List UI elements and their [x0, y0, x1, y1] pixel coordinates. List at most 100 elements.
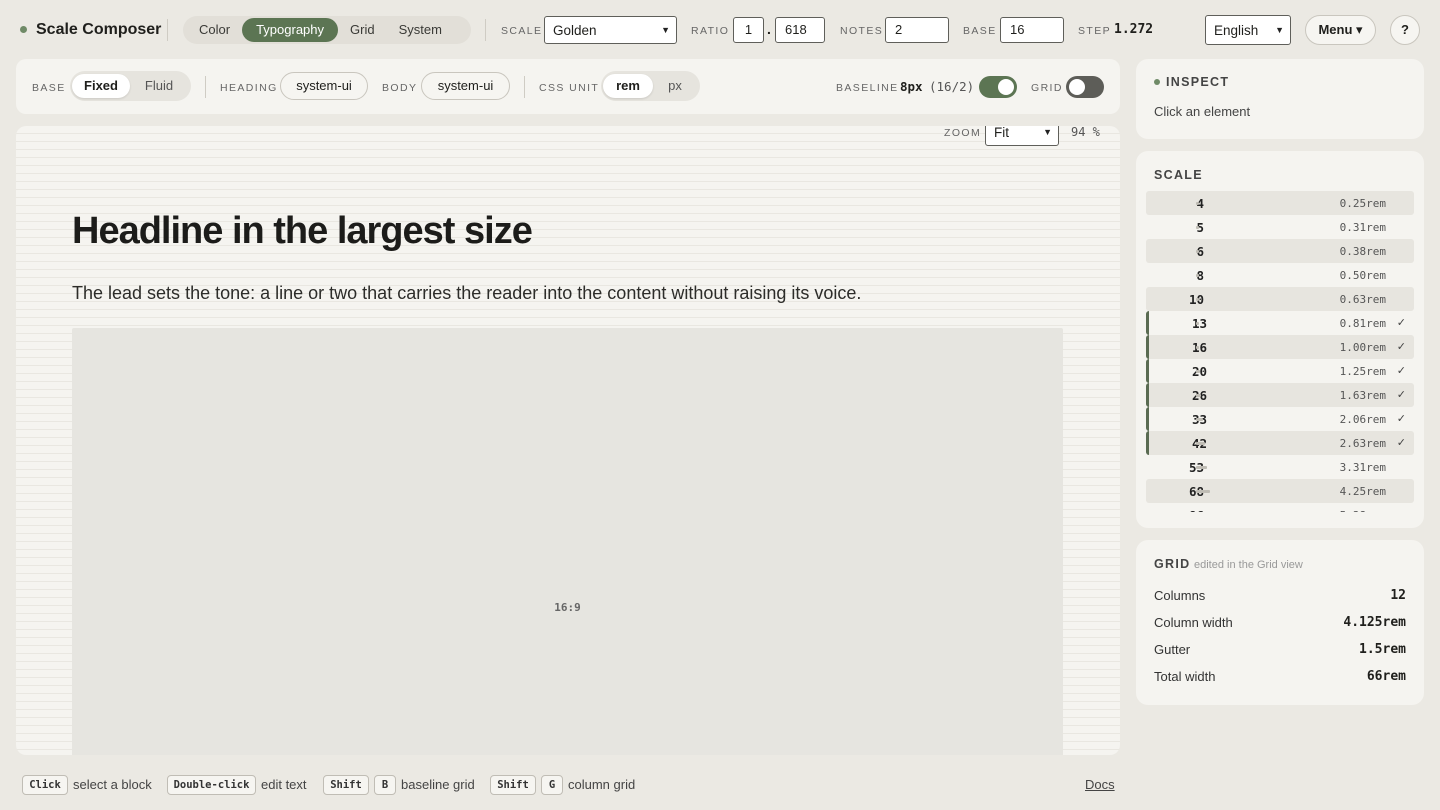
shortcut-hint: baseline grid — [401, 777, 475, 792]
preview-headline[interactable]: Headline in the largest size — [72, 210, 533, 253]
scale-select[interactable]: Golden ▼ — [544, 16, 677, 44]
scale-list[interactable]: 40.25rem50.31rem60.38rem80.50rem100.63re… — [1146, 191, 1414, 512]
shortcut-hint: select a block — [73, 777, 152, 792]
divider — [205, 76, 206, 98]
scale-step-rem: 2.06rem — [1339, 413, 1386, 426]
ratio-label: RATIO — [691, 25, 730, 37]
scale-step-row[interactable]: 684.25rem — [1146, 479, 1414, 503]
ratio-fraction-input[interactable]: 618 — [775, 17, 825, 43]
scale-step-row[interactable]: 86 5.38rem — [1146, 503, 1414, 512]
tab-color[interactable]: Color — [187, 18, 242, 42]
check-icon: ✓ — [1396, 437, 1406, 449]
scale-step-px: 13 — [1191, 316, 1207, 331]
media-ratio-label: 16:9 — [554, 601, 581, 614]
base-input[interactable]: 16 — [1000, 17, 1064, 43]
scale-panel: SCALE 40.25rem50.31rem60.38rem80.50rem10… — [1136, 151, 1424, 528]
scale-step-row[interactable]: 5 0.31rem — [1146, 215, 1414, 239]
scale-step-row[interactable]: 4 0.25rem — [1146, 191, 1414, 215]
scale-step-row[interactable]: 16 1.00rem ✓ — [1146, 335, 1414, 359]
scale-step-row[interactable]: 13 0.81rem ✓ — [1146, 311, 1414, 335]
zoom-select[interactable]: Fit ▼ — [985, 126, 1059, 146]
scale-step-rem: 4.25rem — [1339, 485, 1386, 498]
tab-system[interactable]: System — [387, 18, 454, 42]
inspect-dot-icon — [1154, 79, 1160, 85]
scale-step-row[interactable]: 201.25rem✓ — [1146, 359, 1414, 383]
scale-step-bar — [1196, 322, 1199, 325]
chevron-down-icon: ▼ — [661, 25, 670, 35]
top-bar: Scale Composer Color Typography Grid Sys… — [0, 0, 1440, 58]
divider — [524, 76, 525, 98]
css-unit-rem[interactable]: rem — [603, 74, 653, 98]
scale-step-rem: 0.31rem — [1339, 221, 1386, 234]
tab-grid[interactable]: Grid — [338, 18, 387, 42]
scale-step-row[interactable]: 422.63rem✓ — [1146, 431, 1414, 455]
check-icon: ✓ — [1396, 317, 1406, 329]
grid-row-label: Column width — [1154, 615, 1233, 630]
grid-row-label: Total width — [1154, 669, 1216, 684]
scale-step-rem: 0.50rem — [1339, 269, 1386, 282]
scale-step-rem: 3.31rem — [1339, 461, 1386, 474]
grid-row-value: 1.5rem — [1359, 642, 1406, 657]
baseline-detail: (16/2) — [929, 79, 975, 94]
baseline-value: 8px — [900, 79, 923, 94]
scale-step-bar — [1196, 250, 1199, 253]
kbd-key: Shift — [490, 775, 536, 795]
heading-font-picker[interactable]: system-ui — [280, 72, 368, 100]
css-unit-label: CSS UNIT — [539, 82, 600, 94]
brand-dot-icon — [20, 26, 27, 33]
language-select[interactable]: English ▼ — [1205, 15, 1291, 45]
toggle-knob — [998, 79, 1014, 95]
menu-button[interactable]: Menu ▾ — [1305, 15, 1376, 45]
scale-step-rem: 1.25rem — [1339, 365, 1386, 378]
zoom-label: ZOOM — [944, 127, 982, 139]
inspect-title: INSPECT — [1166, 75, 1230, 89]
scale-step-rem: 5.38rem — [1340, 509, 1386, 512]
preview-media-block[interactable]: 16:9 — [72, 328, 1063, 755]
base-mode-fixed[interactable]: Fixed — [72, 74, 130, 98]
zoom-select-value: Fit — [994, 126, 1009, 140]
scale-step-row[interactable]: 6 0.38rem — [1146, 239, 1414, 263]
scale-step-row[interactable]: 261.63rem✓ — [1146, 383, 1414, 407]
preview-canvas: ZOOM Fit ▼ 94 % Headline in the largest … — [16, 126, 1120, 755]
view-tabs: Color Typography Grid System — [183, 16, 471, 44]
scale-select-value: Golden — [553, 22, 597, 38]
scale-step-bar — [1196, 298, 1199, 301]
scale-step-row[interactable]: 332.06rem✓ — [1146, 407, 1414, 431]
scale-step-bar — [1196, 274, 1199, 277]
css-unit-px[interactable]: px — [653, 74, 697, 98]
help-button[interactable]: ? — [1390, 15, 1420, 45]
language-select-value: English — [1214, 22, 1259, 38]
shortcut-hint: edit text — [261, 777, 307, 792]
body-font-picker[interactable]: system-ui — [421, 72, 510, 100]
scale-step-rem: 0.63rem — [1339, 293, 1386, 306]
base-mode-fluid[interactable]: Fluid — [130, 74, 188, 98]
inspect-panel: INSPECT Click an element — [1136, 59, 1424, 139]
check-icon: ✓ — [1396, 413, 1406, 425]
grid-toggle[interactable] — [1066, 76, 1104, 98]
step-value: 1.272 — [1114, 22, 1154, 37]
scale-step-bar — [1196, 418, 1203, 421]
zoom-percent: 94 % — [1071, 126, 1100, 139]
scale-step-rem: 2.63rem — [1339, 437, 1386, 450]
chevron-down-icon: ▼ — [1043, 127, 1052, 137]
scale-step-bar — [1196, 226, 1199, 229]
base-mode-toggle: Fixed Fluid — [70, 71, 191, 101]
grid-note: edited in the Grid view — [1194, 559, 1303, 571]
kbd-key: G — [541, 775, 563, 795]
scale-step-rem: 1.00rem — [1339, 341, 1386, 354]
baseline-toggle[interactable] — [979, 76, 1017, 98]
body-font-label: BODY — [382, 82, 418, 94]
preview-lead[interactable]: The lead sets the tone: a line or two th… — [72, 283, 861, 304]
scale-step-row[interactable]: 533.31rem — [1146, 455, 1414, 479]
check-icon: ✓ — [1396, 365, 1406, 377]
tab-typography[interactable]: Typography — [242, 18, 339, 42]
kbd-key: Shift — [323, 775, 369, 795]
grid-row-value: 66rem — [1366, 669, 1406, 684]
ratio-integer-input[interactable]: 1 — [733, 17, 764, 43]
docs-link[interactable]: Docs — [1085, 777, 1115, 792]
notes-input[interactable]: 2 — [885, 17, 949, 43]
scale-step-bar — [1196, 370, 1200, 373]
type-toolbar: BASE Fixed Fluid HEADING system-ui BODY … — [16, 59, 1120, 114]
scale-step-row[interactable]: 8 0.50rem — [1146, 263, 1414, 287]
scale-step-row[interactable]: 100.63rem — [1146, 287, 1414, 311]
